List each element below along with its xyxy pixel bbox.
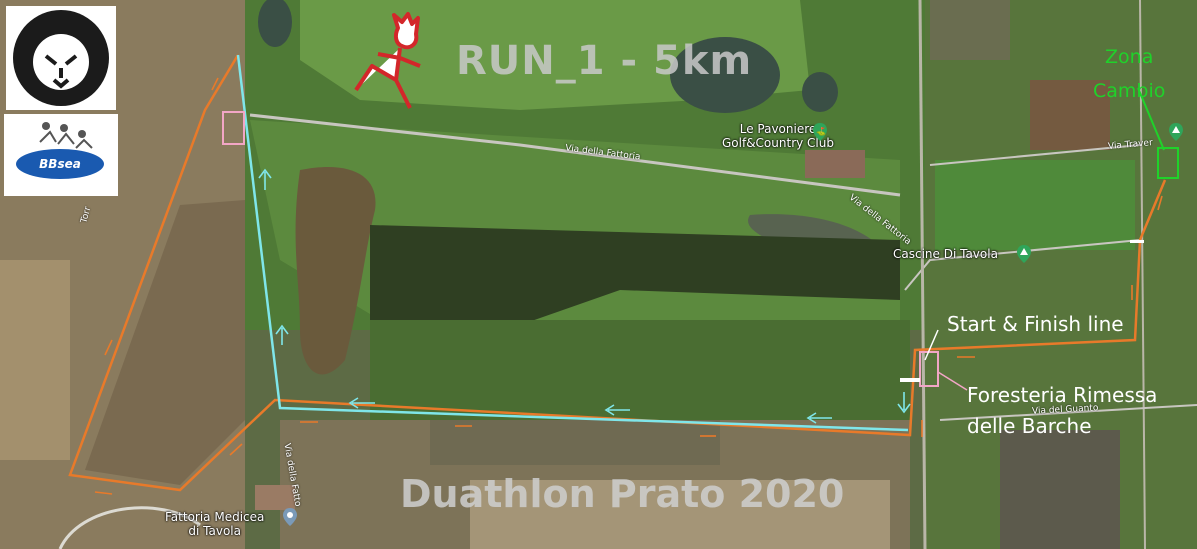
zona-cambio-marker [1157,147,1179,179]
route-title: RUN_1 - 5km [456,38,753,84]
fattoria-label-line2: di Tavola [188,524,241,538]
foresteria-marker [919,351,939,387]
lion-logo-icon [6,6,116,110]
turnaround-marker [222,111,245,145]
bbsea-logo-text: BBsea [16,149,104,179]
start-finish-label: Start & Finish line [947,312,1124,336]
run-arrows [258,168,911,424]
run-route [236,54,909,432]
tree-pin-icon[interactable] [1016,244,1032,264]
tree-pin-icon-east[interactable] [1168,122,1184,142]
fattoria-label-line1: Fattoria Medicea [165,510,265,524]
foresteria-label-line2: delle Barche [967,414,1092,438]
zona-cambio-label: Zona Cambio [1093,40,1165,108]
golf-pin-icon[interactable]: ⛳ [812,122,828,142]
location-pin-icon[interactable] [282,507,298,527]
cascine-label[interactable]: Cascine Di Tavola [893,247,998,261]
map-canvas[interactable]: BBsea RUN_1 - 5km Duathlon Prato 2020 Zo… [0,0,1197,549]
bbsea-logo-icon: BBsea [4,114,118,196]
start-finish-line [900,378,920,382]
zona-label-line1: Zona [1105,46,1154,68]
svg-text:⛳: ⛳ [816,126,826,136]
fattoria-medicea-label[interactable]: Fattoria Medicea di Tavola [165,510,264,538]
runner-icon [354,12,421,109]
zona-label-line2: Cambio [1093,80,1166,102]
event-title: Duathlon Prato 2020 [400,472,845,516]
